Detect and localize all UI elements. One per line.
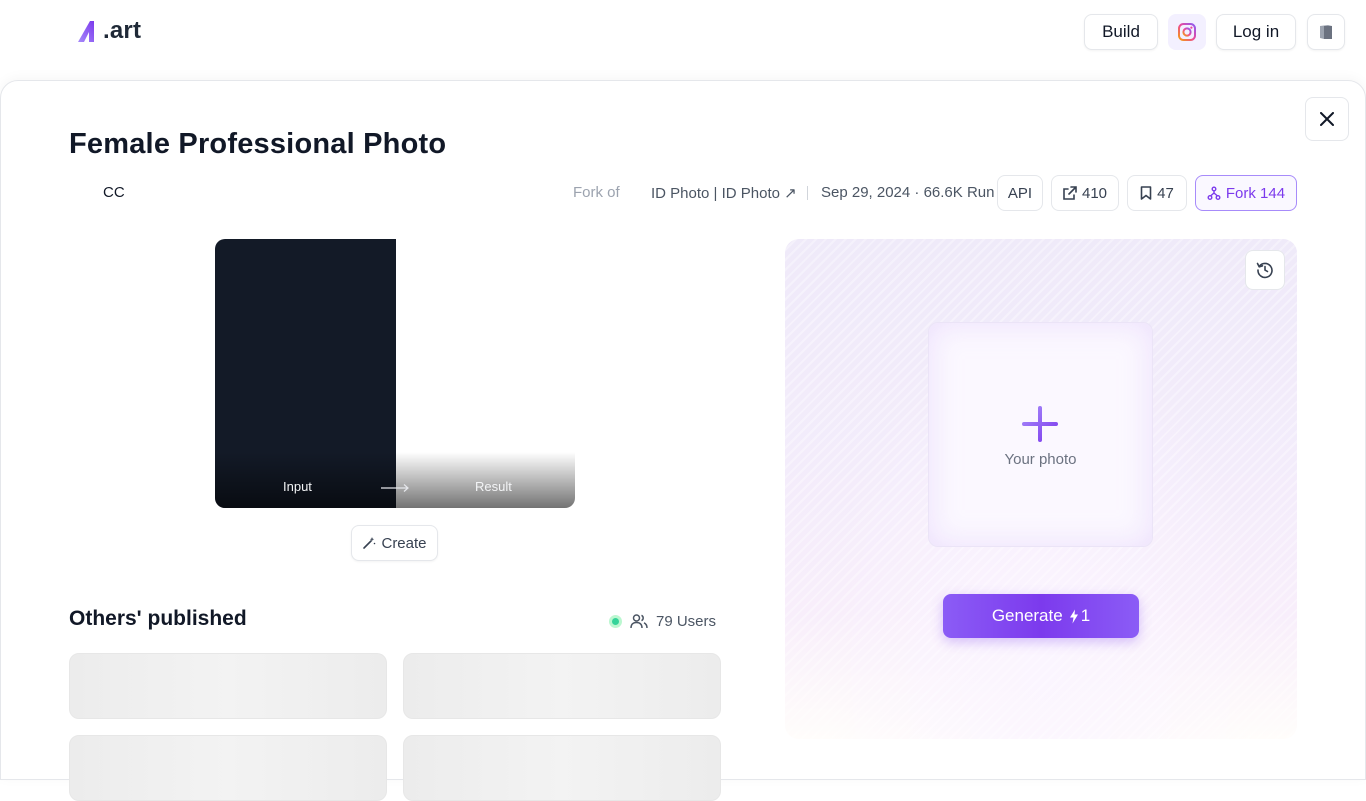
bookmark-count: 47 (1157, 184, 1174, 202)
share-count: 410 (1081, 184, 1108, 202)
users-icon (630, 614, 648, 629)
cost-value: 1 (1080, 606, 1091, 625)
published-card-placeholder[interactable] (69, 653, 387, 719)
lightning-icon (1069, 609, 1078, 623)
photo-upload-label: Your photo (1004, 451, 1077, 468)
book-icon (1320, 25, 1332, 39)
build-button[interactable]: Build (1084, 14, 1158, 50)
arrow-right-icon (381, 484, 409, 492)
instagram-button[interactable] (1168, 14, 1206, 50)
magic-wand-icon (363, 537, 376, 549)
fork-of-label: Fork of (573, 184, 620, 201)
generate-button[interactable]: Generate 1 (943, 594, 1139, 638)
input-label: Input (283, 479, 312, 494)
history-button[interactable] (1245, 250, 1285, 290)
site-logo[interactable]: .art (76, 16, 141, 46)
instagram-icon (1178, 23, 1196, 41)
fork-source-link[interactable]: ID Photo | ID Photo ↗ (651, 184, 797, 202)
top-bar: .art Build Log in (0, 0, 1366, 64)
published-card-placeholder[interactable] (403, 735, 721, 801)
history-icon (1256, 262, 1273, 279)
share-icon (1063, 186, 1077, 200)
page-title: Female Professional Photo (69, 128, 447, 160)
fork-icon (1207, 186, 1221, 200)
login-button[interactable]: Log in (1216, 14, 1296, 50)
language-button[interactable] (1307, 14, 1345, 50)
bookmark-icon (1140, 186, 1152, 200)
fork-label: Fork 144 (1225, 184, 1286, 202)
online-users: 79 Users (609, 611, 716, 631)
create-label: Create (381, 534, 427, 552)
api-button[interactable]: API (997, 175, 1043, 211)
author-name[interactable]: CC (103, 184, 125, 201)
logo-mark-icon (78, 21, 94, 42)
online-status-icon (609, 614, 622, 628)
close-button[interactable] (1305, 97, 1349, 141)
api-label: API (1007, 184, 1033, 202)
published-card-placeholder[interactable] (403, 653, 721, 719)
close-icon (1320, 112, 1334, 126)
result-label: Result (475, 479, 512, 494)
preview-overlay (215, 452, 575, 508)
share-button[interactable]: 410 (1051, 175, 1119, 211)
divider (807, 186, 808, 200)
bookmark-button[interactable]: 47 (1127, 175, 1187, 211)
logo-text: .art (103, 17, 142, 44)
example-preview: Input Result (215, 239, 575, 508)
users-count: 79 Users (656, 612, 717, 630)
generate-cost: 1 (1069, 606, 1090, 626)
date-runs: Sep 29, 2024 · 66.6K Run (821, 184, 995, 201)
generate-label: Generate (991, 606, 1063, 625)
fork-button[interactable]: Fork 144 (1195, 175, 1297, 211)
plus-icon (1022, 406, 1058, 442)
section-title: Others' published (69, 607, 247, 630)
create-button[interactable]: Create (351, 525, 438, 561)
published-card-placeholder[interactable] (69, 735, 387, 801)
